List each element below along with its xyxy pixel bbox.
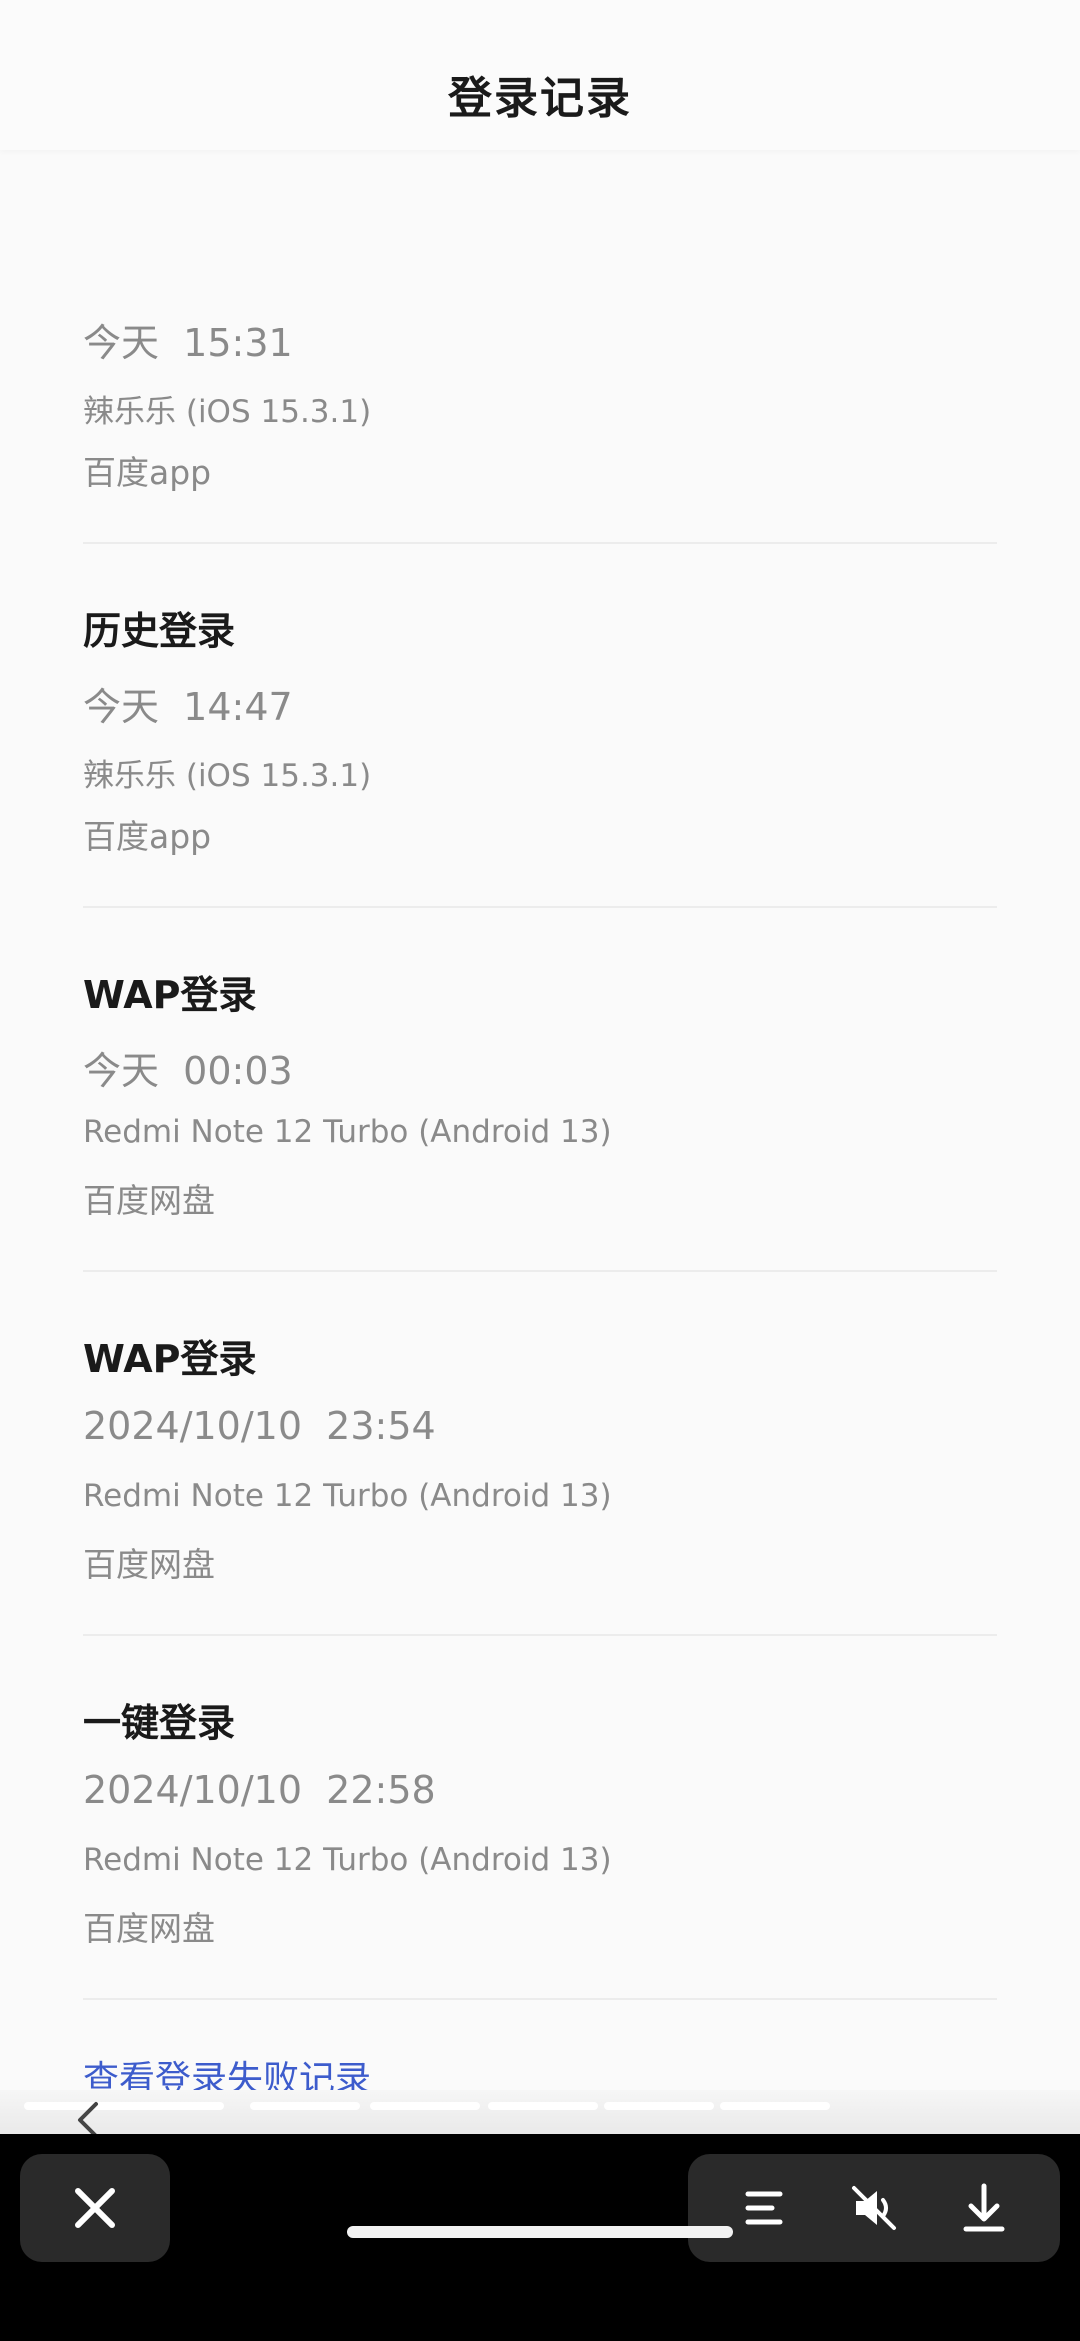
record-app: 百度app (83, 453, 212, 492)
tab-segment (720, 2102, 830, 2110)
record-app: 百度网盘 (83, 1545, 215, 1584)
tab-segment (488, 2102, 598, 2110)
record-app: 百度app (83, 817, 212, 856)
tab-segment (24, 2102, 224, 2110)
top-header: 登录记录 (0, 0, 1080, 150)
record-time: 今天 14:47 (83, 685, 293, 729)
divider (83, 1270, 997, 1272)
record-title: WAP登录 (83, 973, 257, 1017)
record-time: 2024/10/10 22:58 (83, 1768, 436, 1812)
record-device: 辣乐乐 (iOS 15.3.1) (83, 394, 372, 430)
record-time: 2024/10/10 23:54 (83, 1404, 436, 1448)
record-title: 历史登录 (83, 609, 236, 653)
record-device: 辣乐乐 (iOS 15.3.1) (83, 758, 372, 794)
download-icon (963, 2183, 1005, 2232)
download-button[interactable] (954, 2178, 1014, 2238)
tab-segment (604, 2102, 714, 2110)
record-title: WAP登录 (83, 1337, 257, 1381)
media-toolbar (688, 2154, 1060, 2262)
record-time: 今天 00:03 (83, 1049, 293, 1093)
home-indicator[interactable] (347, 2226, 733, 2238)
tab-segment (370, 2102, 480, 2110)
close-icon (75, 2188, 115, 2228)
record-time: 今天 15:31 (83, 321, 293, 365)
tab-switcher-strip[interactable] (0, 2090, 1080, 2136)
mute-button[interactable] (844, 2178, 904, 2238)
tab-segment (250, 2102, 360, 2110)
divider (83, 1634, 997, 1636)
close-button[interactable] (20, 2154, 170, 2262)
divider (83, 1998, 997, 2000)
record-app: 百度网盘 (83, 1909, 215, 1948)
menu-button[interactable] (734, 2178, 794, 2238)
record-device: Redmi Note 12 Turbo (Android 13) (83, 1478, 612, 1514)
record-title: 一键登录 (83, 1701, 236, 1745)
divider (83, 542, 997, 544)
record-device: Redmi Note 12 Turbo (Android 13) (83, 1114, 612, 1150)
divider (83, 906, 997, 908)
page-title: 登录记录 (448, 73, 632, 124)
record-app: 百度网盘 (83, 1181, 215, 1220)
record-device: Redmi Note 12 Turbo (Android 13) (83, 1842, 612, 1878)
speaker-muted-icon (852, 2186, 896, 2230)
menu-icon (745, 2191, 783, 2225)
